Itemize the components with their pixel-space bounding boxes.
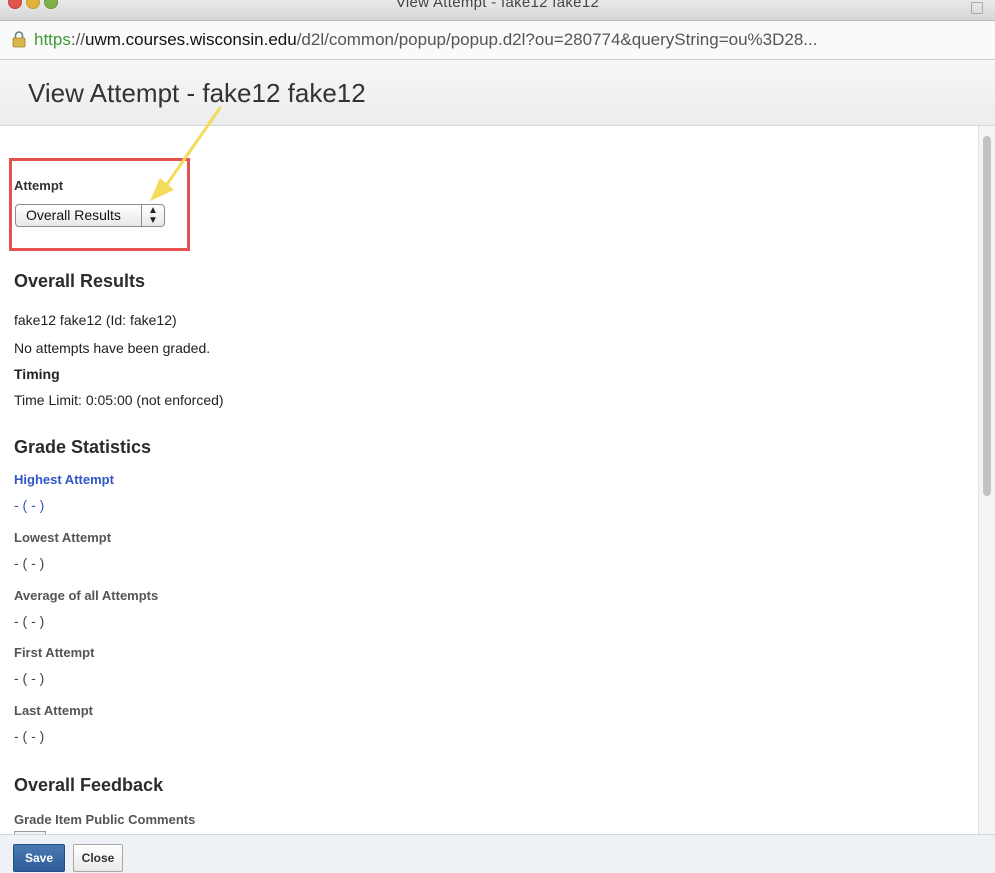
lowest-attempt-label: Lowest Attempt [14,530,112,545]
scrollbar-thumb[interactable] [983,136,991,496]
page-title: View Attempt - fake12 fake12 [28,78,366,108]
url-separator: :// [70,30,86,49]
select-arrows-icon: ▲ ▼ [141,205,164,227]
attempt-select[interactable]: Overall Results ▲ ▼ [15,204,165,227]
overall-feedback-heading: Overall Feedback [14,775,164,795]
lock-icon [12,31,26,48]
window-title: View Attempt - fake12 fake12 [395,0,600,11]
window-titlebar: View Attempt - fake12 fake12 [0,0,995,21]
url-text[interactable]: https://uwm.courses.wisconsin.edu/d2l/co… [34,21,817,59]
average-attempt-value: - ( - ) [14,613,45,629]
last-attempt-value: - ( - ) [14,728,45,744]
dialog-footer: Save Close [0,834,995,873]
highest-attempt-link[interactable]: Highest Attempt [14,472,114,487]
save-button[interactable]: Save [13,844,65,872]
last-attempt-label: Last Attempt [14,703,93,718]
average-attempt-label: Average of all Attempts [14,588,159,603]
page-header: View Attempt - fake12 fake12 [0,60,995,126]
url-path: /d2l/common/popup/popup.d2l?ou=280774&qu… [296,30,818,49]
first-attempt-value: - ( - ) [14,670,45,686]
public-comments-label: Grade Item Public Comments [14,812,196,827]
url-domain: uwm.courses.wisconsin.edu [85,30,297,49]
time-limit: Time Limit: 0:05:00 (not enforced) [14,392,224,408]
attempt-select-value: Overall Results [26,207,121,223]
grade-statistics-heading: Grade Statistics [14,437,152,457]
overall-results-heading: Overall Results [14,271,146,291]
resize-icon[interactable] [971,2,983,14]
first-attempt-label: First Attempt [14,645,95,660]
highest-attempt-value[interactable]: - ( - ) [14,497,44,513]
grading-status: No attempts have been graded. [14,340,211,356]
attempt-label: Attempt [14,178,64,193]
address-bar[interactable]: https://uwm.courses.wisconsin.edu/d2l/co… [0,21,995,60]
vertical-scrollbar[interactable] [978,126,995,834]
annotation-arrow [150,106,222,201]
url-scheme: https [34,30,71,49]
close-button[interactable]: Close [73,844,123,872]
lowest-attempt-value: - ( - ) [14,555,45,571]
timing-label: Timing [14,366,60,382]
user-line: fake12 fake12 (Id: fake12) [14,312,177,328]
